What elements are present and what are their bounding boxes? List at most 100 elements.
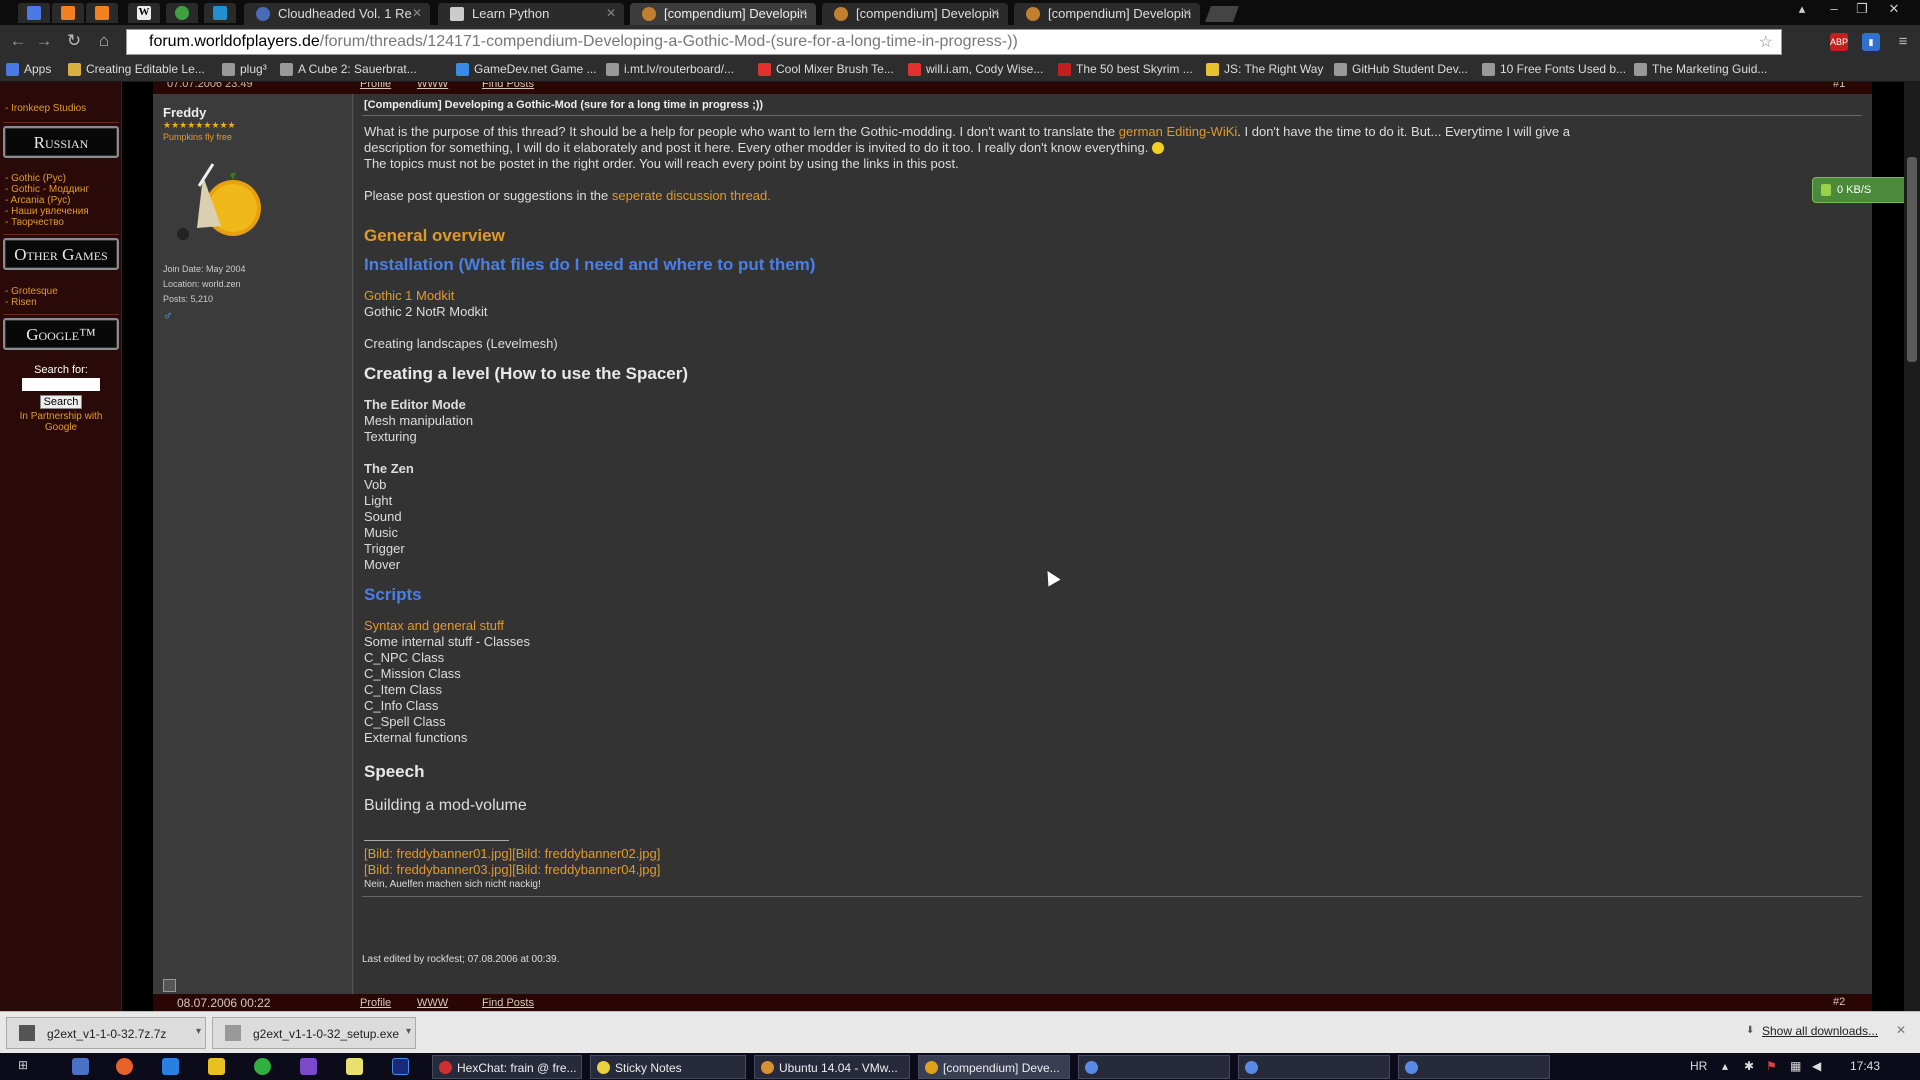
- tray-alert-icon[interactable]: ⚑: [1766, 1059, 1777, 1073]
- tab-compendium-1[interactable]: [compendium] Developin ✕: [630, 3, 816, 25]
- close-window-icon[interactable]: ✕: [1880, 1, 1908, 17]
- bookmark-item[interactable]: i.mt.lv/routerboard/...: [606, 62, 734, 76]
- sidebar-link[interactable]: - Gothic - Моддинг: [5, 184, 89, 195]
- bookmark-item[interactable]: Cool Mixer Brush Te...: [758, 62, 894, 76]
- address-bar[interactable]: forum.worldofplayers.de/forum/threads/12…: [126, 29, 1782, 55]
- task-vmware[interactable]: Ubuntu 14.04 - VMw...: [754, 1055, 910, 1079]
- gothic1-modkit-link[interactable]: Gothic 1 Modkit: [364, 288, 454, 303]
- task-sticky-notes[interactable]: Sticky Notes: [590, 1055, 746, 1079]
- search-input[interactable]: [22, 378, 100, 391]
- minimize-icon[interactable]: –: [1820, 1, 1848, 16]
- new-tab-button[interactable]: [1205, 6, 1239, 22]
- report-post-icon[interactable]: [163, 979, 176, 992]
- firefox-icon[interactable]: [116, 1058, 133, 1075]
- sidebar-link-ironkeep[interactable]: - Ironkeep Studios: [5, 103, 86, 114]
- tab-close-icon[interactable]: ✕: [412, 6, 422, 20]
- sidebar-link[interactable]: - Arcania (Рус): [5, 195, 70, 206]
- bookmark-item[interactable]: The Marketing Guid...: [1634, 62, 1767, 76]
- reload-icon[interactable]: ↻: [64, 31, 84, 51]
- find-posts-button[interactable]: Find Posts: [482, 997, 534, 1009]
- forward-icon[interactable]: →: [34, 31, 54, 51]
- bookmark-item[interactable]: JS: The Right Way: [1206, 62, 1323, 76]
- show-all-downloads-link[interactable]: Show all downloads...: [1762, 1024, 1878, 1038]
- post-number[interactable]: #1: [1833, 82, 1845, 90]
- signature-banner-link[interactable]: [Bild: freddybanner03.jpg][Bild: freddyb…: [364, 862, 660, 877]
- avatar[interactable]: [163, 146, 273, 246]
- profile-button[interactable]: Profile: [360, 997, 391, 1009]
- back-icon[interactable]: ←: [8, 31, 28, 51]
- pinned-tab-3[interactable]: [86, 3, 118, 23]
- username[interactable]: Freddy: [163, 105, 206, 120]
- general-overview-heading[interactable]: General overview: [364, 226, 505, 246]
- download-item[interactable]: g2ext_v1-1-0-32_setup.exe ▾: [212, 1017, 416, 1049]
- close-downloads-icon[interactable]: ✕: [1896, 1023, 1906, 1037]
- task-app[interactable]: [1398, 1055, 1550, 1079]
- bookmark-item[interactable]: GameDev.net Game ...: [456, 62, 597, 76]
- bookmark-item[interactable]: A Cube 2: Sauerbrat...: [280, 62, 417, 76]
- bookmark-item[interactable]: GitHub Student Dev...: [1334, 62, 1468, 76]
- pinned-tab-5[interactable]: [166, 3, 198, 23]
- photoshop-icon[interactable]: [392, 1058, 409, 1075]
- pinned-tab-2[interactable]: [52, 3, 84, 23]
- tab-close-icon[interactable]: ✕: [606, 6, 616, 20]
- restore-icon[interactable]: ❐: [1848, 1, 1876, 17]
- bookmark-star-icon[interactable]: ☆: [1759, 32, 1773, 52]
- user-icon[interactable]: ▴: [1788, 1, 1816, 17]
- bookmark-item[interactable]: plug³: [222, 62, 267, 76]
- profile-button[interactable]: Profile: [360, 82, 391, 90]
- notes-icon[interactable]: [346, 1058, 363, 1075]
- task-hexchat[interactable]: HexChat: frain @ fre...: [432, 1055, 582, 1079]
- app-icon[interactable]: [162, 1058, 179, 1075]
- syntax-link[interactable]: Syntax and general stuff: [364, 618, 504, 633]
- find-posts-button[interactable]: Find Posts: [482, 82, 534, 90]
- www-button[interactable]: WWW: [417, 997, 448, 1009]
- network-icon[interactable]: ▦: [1790, 1059, 1801, 1073]
- www-button[interactable]: WWW: [417, 82, 448, 90]
- sidebar-link[interactable]: - Risen: [5, 297, 37, 308]
- chevron-down-icon[interactable]: ▾: [406, 1026, 411, 1037]
- volume-icon[interactable]: ◀: [1812, 1059, 1821, 1073]
- home-icon[interactable]: ⌂: [94, 31, 114, 51]
- show-hidden-icons-icon[interactable]: ▴: [1722, 1059, 1728, 1073]
- bookmark-item[interactable]: 10 Free Fonts Used b...: [1482, 62, 1626, 76]
- installation-heading[interactable]: Installation (What files do I need and w…: [364, 255, 815, 275]
- chevron-down-icon[interactable]: ▾: [196, 1026, 201, 1037]
- start-icon[interactable]: ⊞: [18, 1058, 35, 1075]
- sidebar-link[interactable]: - Творчество: [5, 217, 64, 228]
- tab-compendium-3[interactable]: [compendium] Developin ✕: [1014, 3, 1200, 25]
- tab-close-icon[interactable]: ✕: [990, 6, 1000, 20]
- discussion-thread-link[interactable]: seperate discussion thread.: [612, 188, 771, 203]
- tab-compendium-2[interactable]: [compendium] Developin ✕: [822, 3, 1008, 25]
- post-number[interactable]: #2: [1833, 996, 1845, 1008]
- pinned-tab-4[interactable]: W: [128, 3, 160, 23]
- task-chrome[interactable]: [compendium] Deve...: [918, 1055, 1070, 1079]
- bookmark-apps[interactable]: Apps: [6, 62, 51, 76]
- sidebar-link[interactable]: - Наши увлечения: [5, 206, 89, 217]
- tray-app-icon[interactable]: ✱: [1744, 1059, 1754, 1073]
- tab-close-icon[interactable]: ✕: [798, 6, 808, 20]
- tab-learn-python[interactable]: Learn Python ✕: [438, 3, 624, 25]
- scrollbar-thumb[interactable]: [1907, 157, 1917, 362]
- app-icon[interactable]: [254, 1058, 271, 1075]
- tab-close-icon[interactable]: ✕: [1182, 6, 1192, 20]
- clock[interactable]: 17:43: [1850, 1059, 1880, 1073]
- language-indicator[interactable]: HR: [1690, 1059, 1707, 1073]
- task-app[interactable]: [1078, 1055, 1230, 1079]
- adblock-plus-icon[interactable]: ABP: [1830, 33, 1848, 51]
- menu-icon[interactable]: ≡: [1894, 33, 1912, 51]
- vertical-scrollbar[interactable]: [1904, 82, 1920, 1011]
- bookmark-item[interactable]: The 50 best Skyrim ...: [1058, 62, 1193, 76]
- pinned-tab-6[interactable]: [204, 3, 236, 23]
- app-icon[interactable]: [208, 1058, 225, 1075]
- search-button[interactable]: Search: [39, 395, 83, 409]
- visual-studio-icon[interactable]: [300, 1058, 317, 1075]
- scripts-heading[interactable]: Scripts: [364, 585, 422, 605]
- sidebar-link[interactable]: - Grotesque: [5, 286, 58, 297]
- pinned-tab-1[interactable]: [18, 3, 50, 23]
- tab-cloudheaded[interactable]: Cloudheaded Vol. 1 Re ✕: [244, 3, 430, 25]
- explorer-icon[interactable]: [72, 1058, 89, 1075]
- german-editing-wiki-link[interactable]: german Editing-WiKi: [1119, 124, 1238, 139]
- sidebar-link[interactable]: - Gothic (Рус): [5, 173, 66, 184]
- bookmark-item[interactable]: will.i.am, Cody Wise...: [908, 62, 1043, 76]
- signature-banner-link[interactable]: [Bild: freddybanner01.jpg][Bild: freddyb…: [364, 846, 660, 861]
